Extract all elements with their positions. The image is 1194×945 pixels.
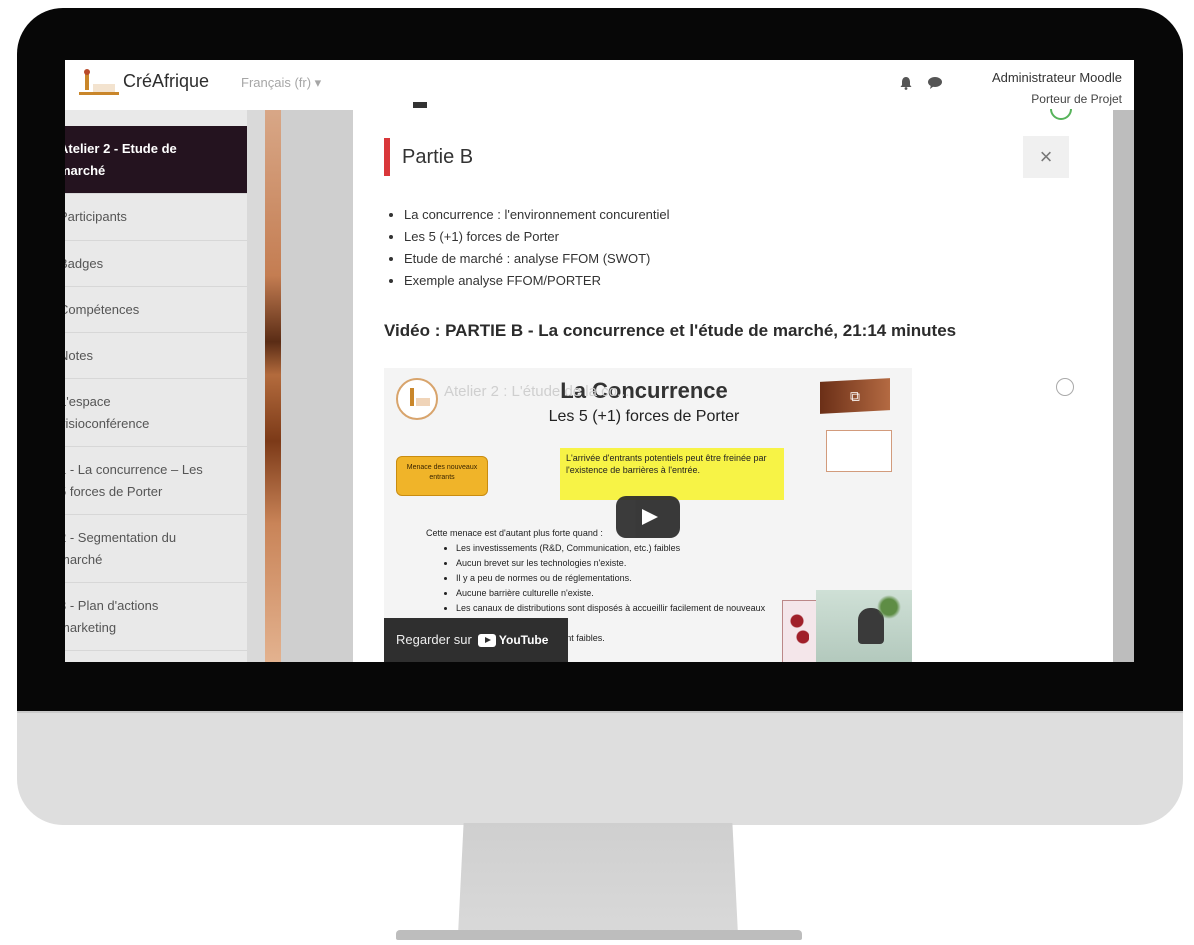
creafrique-logo-icon[interactable] (79, 68, 119, 98)
watch-on-label: Regarder sur (396, 632, 472, 647)
channel-logo-icon[interactable] (396, 378, 438, 420)
video-heading: Vidéo : PARTIE B - La concurrence et l'é… (384, 321, 957, 340)
presenter-webcam (816, 590, 912, 662)
sidebar-item-section-3[interactable]: 3 - Plan d'actions marketing (65, 583, 247, 651)
sidebar-item-notes[interactable]: Notes (65, 333, 247, 379)
sidebar-item-competences[interactable]: Compétences (65, 287, 247, 333)
youtube-video-embed[interactable]: La Concurrence Atelier 2 : L'étude de la… (384, 368, 912, 662)
close-icon[interactable]: × (1023, 136, 1069, 178)
sidebar-gutter (247, 110, 265, 662)
copy-link-icon[interactable]: ⧉ (820, 378, 890, 414)
title-accent-bar (384, 138, 390, 176)
background-photo-strip (265, 110, 281, 662)
modal-backdrop-right (1113, 110, 1134, 662)
youtube-label: YouTube (498, 633, 549, 647)
slide-logo-icon (826, 430, 892, 472)
channel-logo-mark-icon (410, 388, 430, 406)
activity-modal: Partie B × La concurrence : l'environnem… (353, 102, 1113, 662)
user-menu-name[interactable]: Administrateur Moodle (992, 70, 1122, 85)
list-item: Les 5 (+1) forces de Porter (404, 226, 670, 248)
list-item: Exemple analyse FFOM/PORTER (404, 270, 670, 292)
list-item: Les investissements (R&D, Communication,… (456, 541, 766, 556)
sidebar-item-section-1[interactable]: 1 - La concurrence – Les 5 forces de Por… (65, 447, 247, 515)
monitor-chin (17, 711, 1183, 825)
background-poster (782, 600, 818, 662)
modal-title: Partie B (402, 146, 474, 168)
chat-icon[interactable] (927, 76, 943, 90)
slide-intro: Cette menace est d'autant plus forte qua… (426, 528, 603, 538)
monitor-stand-foot (396, 930, 802, 940)
slide-orange-box: Menace des nouveaux entrants (396, 456, 488, 496)
list-item: Aucune barrière culturelle n'existe. (456, 586, 766, 601)
youtube-icon (477, 634, 496, 648)
bell-icon[interactable] (899, 76, 913, 90)
language-selector[interactable]: Français (fr) ▾ (241, 75, 321, 91)
list-item: Etude de marché : analyse FFOM (SWOT) (404, 248, 670, 270)
video-title[interactable]: Atelier 2 : L'étude de la co... (444, 383, 629, 400)
watch-on-youtube-button[interactable]: Regarder sur YouTube (384, 618, 568, 662)
list-item: Il y a peu de normes ou de réglementatio… (456, 571, 766, 586)
modal-backdrop (281, 110, 353, 662)
course-sidebar: Atelier 2 - Etude de marché Participants… (65, 110, 248, 662)
previous-content-cut (413, 102, 733, 110)
list-item: Aucun brevet sur les technologies n'exis… (456, 556, 766, 571)
monitor-stand (458, 823, 738, 935)
play-icon[interactable] (616, 496, 680, 538)
list-item: La concurrence : l'environnement concure… (404, 204, 670, 226)
sidebar-item-participants[interactable]: Participants (65, 194, 247, 241)
sidebar-item-course[interactable]: Atelier 2 - Etude de marché (65, 126, 247, 194)
topic-list: La concurrence : l'environnement concure… (386, 204, 670, 292)
screen: CréAfrique Français (fr) ▾ Administrateu… (65, 60, 1134, 662)
slide-callout: L'arrivée d'entrants potentiels peut êtr… (560, 448, 784, 500)
sidebar-item-badges[interactable]: Badges (65, 241, 247, 287)
site-brand[interactable]: CréAfrique (123, 71, 209, 92)
slide-subtitle: Les 5 (+1) forces de Porter (548, 408, 740, 425)
sidebar-item-visioconference[interactable]: L'espace visioconférence (65, 379, 247, 447)
sidebar-item-section-2[interactable]: 2 - Segmentation du marché (65, 515, 247, 583)
completion-toggle[interactable] (1056, 378, 1074, 396)
user-role: Porteur de Projet (1031, 92, 1122, 106)
